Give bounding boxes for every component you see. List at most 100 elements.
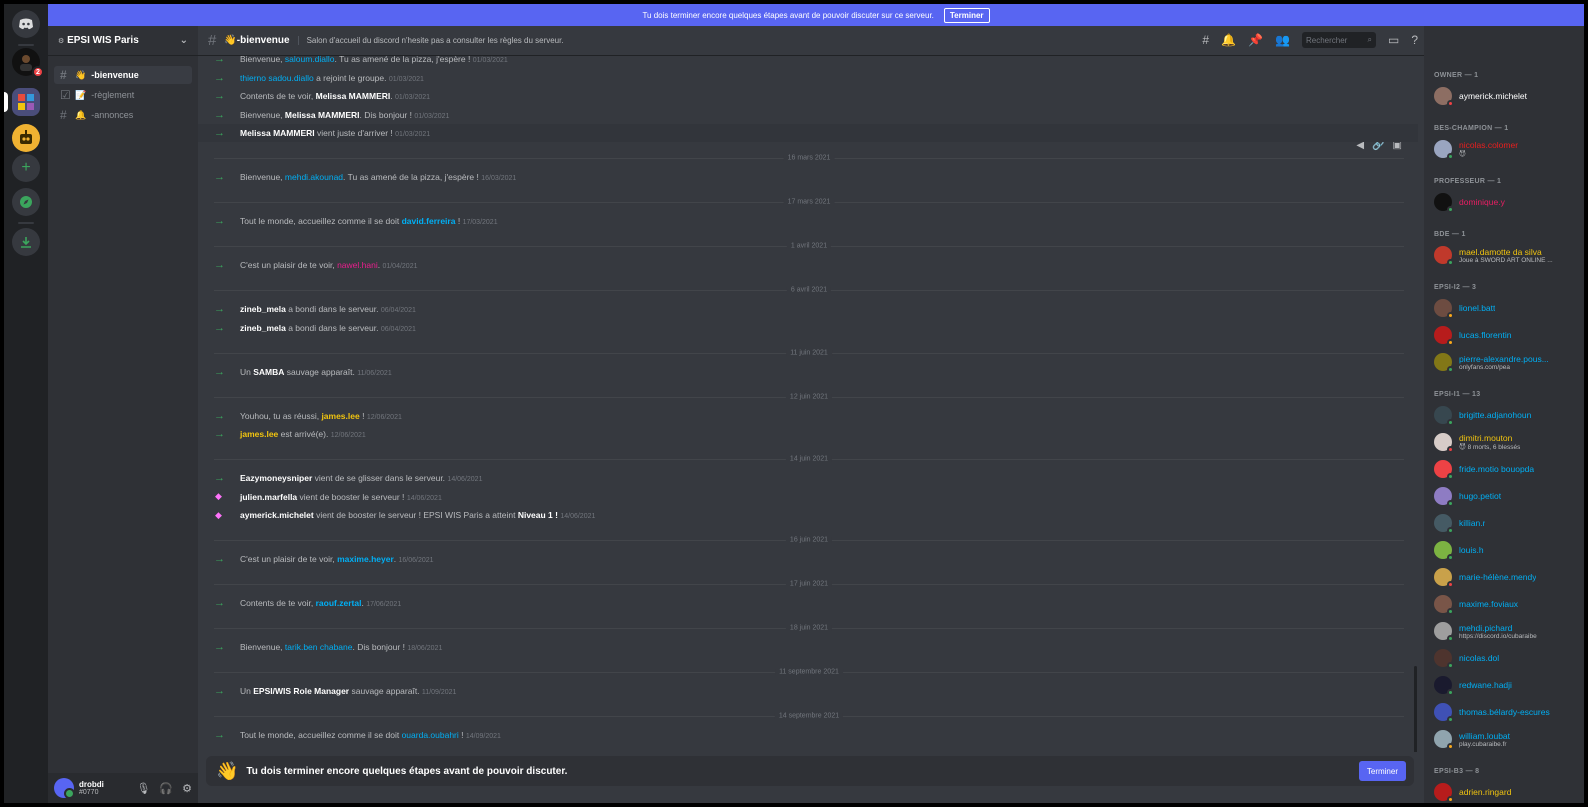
- notice-finish-button[interactable]: Terminer: [943, 7, 990, 23]
- member-item[interactable]: nicolas.colomer 😈: [1434, 137, 1584, 161]
- member-name: killian.r: [1459, 518, 1486, 528]
- composer-finish-button[interactable]: Terminer: [1358, 761, 1406, 781]
- help-icon[interactable]: ?: [1411, 33, 1418, 47]
- member-item[interactable]: marie-hélène.mendy: [1434, 565, 1584, 589]
- mention[interactable]: nawel.hani: [337, 260, 378, 270]
- gear-icon[interactable]: ⚙: [182, 782, 192, 795]
- mention[interactable]: Melissa MAMMERI: [285, 110, 360, 120]
- download-apps-button[interactable]: [12, 228, 40, 256]
- message-text: Bienvenue,: [240, 172, 285, 182]
- mention[interactable]: Eazymoneysniper: [240, 473, 312, 483]
- member-activity: https://discord.io/cubaraibe: [1459, 632, 1537, 640]
- join-arrow-icon: →: [214, 685, 225, 697]
- member-item[interactable]: dominique.y: [1434, 190, 1584, 214]
- avatar: [1434, 730, 1454, 750]
- boost-message: ◆ julien.marfella vient de booster le ser…: [198, 488, 1418, 506]
- mention[interactable]: zineb_mela: [240, 304, 286, 314]
- mention[interactable]: Melissa MAMMERI: [240, 128, 315, 138]
- members-icon[interactable]: 👥: [1275, 33, 1290, 47]
- mention[interactable]: raouf.zertal: [316, 598, 362, 608]
- message-content: Bienvenue, mehdi.akounad. Tu as amené de…: [240, 172, 516, 182]
- member-item[interactable]: pierre-alexandre.pous... onlyfans.com/pea: [1434, 350, 1584, 374]
- message-text: . Dis bonjour !: [352, 642, 405, 652]
- bell-icon[interactable]: 🔔: [1221, 33, 1236, 47]
- avatar[interactable]: [54, 778, 75, 799]
- mention[interactable]: thierno sadou.diallo: [240, 73, 314, 83]
- mute-microphone-icon[interactable]: 🎙: [136, 782, 150, 795]
- server-header[interactable]: ⚙ EPSI WIS Paris ⌄: [48, 26, 198, 56]
- member-info: maxime.foviaux: [1459, 599, 1518, 609]
- date-divider-label: 17 juin 2021: [785, 580, 833, 588]
- channel-sidebar: ⚙ EPSI WIS Paris ⌄ # 👋 -bienvenue ☑ 📝 -règlem…: [48, 26, 198, 803]
- member-item[interactable]: lionel.batt: [1434, 296, 1584, 320]
- mention[interactable]: james.lee: [240, 429, 278, 439]
- system-message: → james.lee est arrivé(e). 12/06/2021: [198, 425, 1418, 443]
- headphones-icon[interactable]: 🎧: [159, 782, 173, 795]
- server-icon-bot[interactable]: [12, 124, 40, 152]
- pin-icon[interactable]: 📌: [1248, 33, 1263, 47]
- message-text: a bondi dans le serveur.: [285, 304, 379, 314]
- mention[interactable]: mehdi.akounad: [285, 172, 343, 182]
- date-divider: 17 juin 2021: [214, 580, 1404, 588]
- message-composer: 👋 Tu dois terminer encore quelques étape…: [206, 756, 1414, 786]
- member-item[interactable]: killian.r: [1434, 511, 1584, 535]
- channel-item[interactable]: # 👋 -bienvenue: [54, 66, 192, 84]
- member-name: brigitte.adjanohoun: [1459, 410, 1532, 420]
- member-item[interactable]: brigitte.adjanohoun: [1434, 403, 1584, 427]
- inbox-icon[interactable]: ▭: [1388, 33, 1399, 47]
- mention[interactable]: Melissa MAMMERI: [316, 91, 391, 101]
- mention[interactable]: maxime.heyer: [337, 554, 394, 564]
- search-input[interactable]: Rechercher ⌕: [1301, 32, 1376, 48]
- mention[interactable]: james.lee: [321, 411, 359, 421]
- home-button[interactable]: [12, 10, 40, 38]
- threads-icon[interactable]: #: [1202, 33, 1209, 47]
- mention[interactable]: SAMBA: [253, 367, 284, 377]
- date-divider-label: 16 mars 2021: [783, 154, 835, 162]
- mention[interactable]: ouarda.oubahri: [402, 730, 459, 740]
- message-text: a bondi dans le serveur.: [285, 322, 379, 333]
- composer-notice: Tu dois terminer encore quelques étapes …: [246, 765, 568, 777]
- timestamp: 01/03/2021: [388, 75, 424, 83]
- timestamp: 01/04/2021: [382, 263, 418, 270]
- epsi-logo-icon: [17, 93, 35, 111]
- member-item[interactable]: dimitri.mouton 😈 8 morts, 6 blessés: [1434, 430, 1584, 454]
- server-icon-epsi[interactable]: [4, 88, 40, 116]
- join-arrow-icon: →: [214, 56, 225, 65]
- mention[interactable]: david.ferreira: [402, 216, 456, 226]
- member-item[interactable]: aymerick.michelet: [1434, 84, 1584, 108]
- member-item[interactable]: nicolas.dol: [1434, 646, 1584, 670]
- member-item[interactable]: adrien.ringard: [1434, 780, 1584, 803]
- member-item[interactable]: william.loubat play.cubaraibe.fr: [1434, 727, 1584, 751]
- mention[interactable]: EPSI/WIS Role Manager: [253, 686, 349, 696]
- mention[interactable]: Niveau 1 !: [518, 510, 558, 520]
- member-activity: 😈 8 morts, 6 blessés: [1459, 444, 1521, 451]
- member-item[interactable]: hugo.petiot: [1434, 484, 1584, 508]
- explore-servers-button[interactable]: [12, 188, 40, 216]
- mention[interactable]: aymerick.michelet: [240, 510, 314, 520]
- member-item[interactable]: fride.motio bouopda: [1434, 457, 1584, 481]
- date-divider: 14 juin 2021: [214, 455, 1404, 463]
- member-item[interactable]: lucas.florentin: [1434, 323, 1584, 347]
- member-item[interactable]: mehdi.pichard https://discord.io/cubaraib…: [1434, 619, 1584, 643]
- timestamp: 01/03/2021: [395, 131, 431, 138]
- mention[interactable]: zineb_mela: [240, 323, 286, 333]
- message-content: Eazymoneysniper vient de se glisser dans…: [240, 473, 482, 483]
- channel-item[interactable]: # 🔔 -annonces: [54, 106, 192, 124]
- add-server-button[interactable]: +: [12, 154, 40, 182]
- member-item[interactable]: louis.h: [1434, 538, 1584, 562]
- member-item[interactable]: maxime.foviaux: [1434, 592, 1584, 616]
- join-arrow-icon: →: [214, 729, 225, 741]
- member-item[interactable]: thomas.bélardy-escures: [1434, 700, 1584, 724]
- server-icon-dm[interactable]: 2: [12, 48, 44, 78]
- channel-item[interactable]: ☑ 📝 -règlement: [54, 86, 192, 104]
- join-arrow-icon: →: [214, 108, 225, 121]
- member-item[interactable]: mael.damotte da silva Joue à SWORD ART ON…: [1434, 243, 1584, 267]
- mention[interactable]: julien.marfella: [240, 492, 297, 502]
- date-divider: 11 juin 2021: [214, 349, 1404, 356]
- message-text: Un: [240, 366, 254, 377]
- timestamp: 06/04/2021: [380, 307, 416, 314]
- member-item[interactable]: redwane.hadji: [1434, 673, 1584, 697]
- mention[interactable]: tarik.ben chabane: [285, 642, 353, 652]
- message-content: aymerick.michelet vient de booster le se…: [240, 510, 595, 520]
- mention[interactable]: saloum.diallo: [285, 56, 335, 64]
